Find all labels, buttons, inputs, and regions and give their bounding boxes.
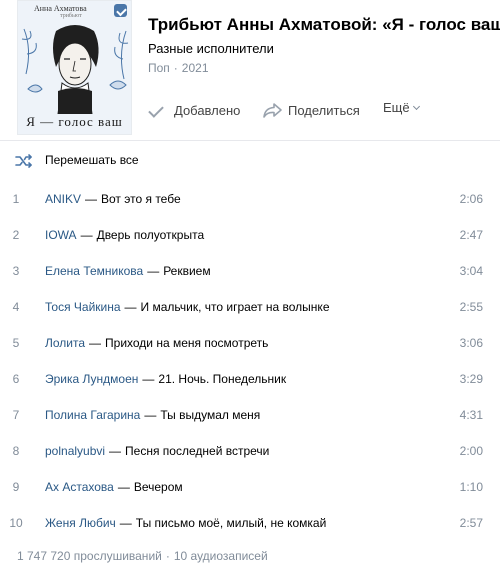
track-artist-link[interactable]: IOWA	[45, 228, 77, 242]
track-artist-link[interactable]: Лолита	[45, 336, 85, 350]
track-duration: 2:00	[459, 444, 483, 458]
track-row[interactable]: 1 ANIKV — Вот это я тебе 2:06	[0, 181, 500, 217]
track-title: Приходи на меня посмотреть	[105, 336, 269, 350]
track-artist-link[interactable]: polnalyubvi	[45, 444, 105, 458]
track-artist-link[interactable]: Женя Любич	[45, 516, 116, 530]
track-row[interactable]: 3 Елена Темникова — Реквием 3:04	[0, 253, 500, 289]
vk-logo-icon	[114, 4, 127, 17]
portrait-illustration	[21, 25, 129, 114]
track-info: Ах Астахова — Вечером	[45, 480, 183, 494]
track-number: 4	[12, 300, 20, 314]
header-divider	[0, 140, 500, 141]
track-row[interactable]: 7 Полина Гагарина — Ты выдумал меня 4:31	[0, 397, 500, 433]
check-icon	[148, 100, 168, 120]
track-info: Эрика Лундмоен —21. Ночь. Понедельник	[45, 372, 287, 386]
album-genre[interactable]: Поп	[148, 61, 170, 75]
more-label: Ещё	[383, 100, 410, 115]
album-stats: 1 747 720 прослушиваний · 10 аудиозаписей	[17, 549, 268, 563]
track-title: Ты выдумал меня	[160, 408, 261, 422]
album-artist[interactable]: Разные исполнители	[148, 41, 274, 56]
track-title: Вот это я тебе	[101, 192, 181, 206]
track-row[interactable]: 8 polnalyubvi — Песня последней встречи 2:…	[0, 433, 500, 469]
track-title: Вечером	[133, 480, 183, 494]
track-list: 1 ANIKV — Вот это я тебе 2:06 2 IOWA — Дверь…	[0, 181, 500, 541]
share-arrow-icon	[262, 100, 282, 120]
track-row[interactable]: 4 Тося Чайкина — И мальчик, что играет на …	[0, 289, 500, 325]
track-info: Елена Темникова — Реквием	[45, 264, 211, 278]
listen-count: 1 747 720 прослушиваний	[17, 549, 162, 563]
album-cover[interactable]: Анна Ахматова трибьют Я — голос ваш	[17, 0, 132, 135]
added-label: Добавлено	[174, 102, 241, 118]
track-title: Песня последней встречи	[125, 444, 270, 458]
track-duration: 2:06	[459, 192, 483, 206]
track-row[interactable]: 6 Эрика Лундмоен —21. Ночь. Понедельник 3…	[0, 361, 500, 397]
track-number: 10	[9, 516, 23, 530]
shuffle-label: Перемешать все	[45, 153, 139, 167]
track-title: Дверь полуоткрыта	[96, 228, 205, 242]
track-duration: 4:31	[459, 408, 483, 422]
chevron-down-icon	[412, 102, 420, 110]
track-duration: 3:06	[459, 336, 483, 350]
track-duration: 2:55	[459, 300, 483, 314]
share-button[interactable]: Поделиться	[262, 100, 360, 120]
track-info: polnalyubvi — Песня последней встречи	[45, 444, 270, 458]
track-title: И мальчик, что играет на волынке	[140, 300, 330, 314]
album-meta: Поп · 2021	[148, 61, 209, 75]
track-artist-link[interactable]: Эрика Лундмоен	[45, 372, 138, 386]
track-info: Женя Любич — Ты письмо моё, милый, не комк…	[45, 516, 327, 530]
track-row[interactable]: 5 Лолита — Приходи на меня посмотреть 3:06	[0, 325, 500, 361]
album-year: 2021	[181, 61, 209, 75]
track-row[interactable]: 10 Женя Любич — Ты письмо моё, милый, не к…	[0, 505, 500, 541]
track-info: Тося Чайкина — И мальчик, что играет на во…	[45, 300, 330, 314]
track-number: 5	[12, 336, 20, 350]
cover-author: Анна Ахматова	[34, 4, 87, 13]
cover-caption: Я — голос ваш	[26, 114, 123, 129]
track-title: Реквием	[163, 264, 211, 278]
track-count: 10 аудиозаписей	[173, 549, 268, 563]
track-number: 9	[12, 480, 20, 494]
track-artist-link[interactable]: Полина Гагарина	[45, 408, 140, 422]
track-number: 7	[12, 408, 20, 422]
meta-separator: ·	[173, 61, 178, 75]
track-artist-link[interactable]: Елена Темникова	[45, 264, 143, 278]
track-number: 3	[12, 264, 20, 278]
track-info: IOWA — Дверь полуоткрыта	[45, 228, 205, 242]
more-button[interactable]: Ещё	[383, 100, 420, 115]
track-artist-link[interactable]: Ах Астахова	[45, 480, 114, 494]
track-duration: 1:10	[459, 480, 483, 494]
album-title: Трибьют Анны Ахматовой: «Я - голос ваш»	[148, 15, 500, 34]
track-row[interactable]: 2 IOWA — Дверь полуоткрыта 2:47	[0, 217, 500, 253]
track-number: 1	[12, 192, 20, 206]
track-artist-link[interactable]: ANIKV	[45, 192, 81, 206]
track-duration: 2:57	[459, 516, 483, 530]
track-duration: 3:04	[459, 264, 483, 278]
track-row[interactable]: 9 Ах Астахова — Вечером 1:10	[0, 469, 500, 505]
track-title: Ты письмо моё, милый, не комкай	[135, 516, 327, 530]
track-info: Полина Гагарина — Ты выдумал меня	[45, 408, 261, 422]
track-number: 2	[12, 228, 20, 242]
share-label: Поделиться	[288, 102, 360, 118]
track-number: 8	[12, 444, 20, 458]
track-duration: 2:47	[459, 228, 483, 242]
added-button[interactable]: Добавлено	[148, 100, 240, 120]
stats-separator: ·	[165, 549, 170, 563]
track-artist-link[interactable]: Тося Чайкина	[45, 300, 121, 314]
track-number: 6	[12, 372, 20, 386]
shuffle-all-button[interactable]: Перемешать все	[0, 148, 500, 174]
track-title: 21. Ночь. Понедельник	[158, 372, 287, 386]
track-duration: 3:29	[459, 372, 483, 386]
shuffle-icon	[14, 151, 34, 171]
track-info: ANIKV — Вот это я тебе	[45, 192, 181, 206]
track-info: Лолита — Приходи на меня посмотреть	[45, 336, 269, 350]
album-header: Анна Ахматова трибьют Я — голос ваш Триб…	[0, 0, 500, 140]
